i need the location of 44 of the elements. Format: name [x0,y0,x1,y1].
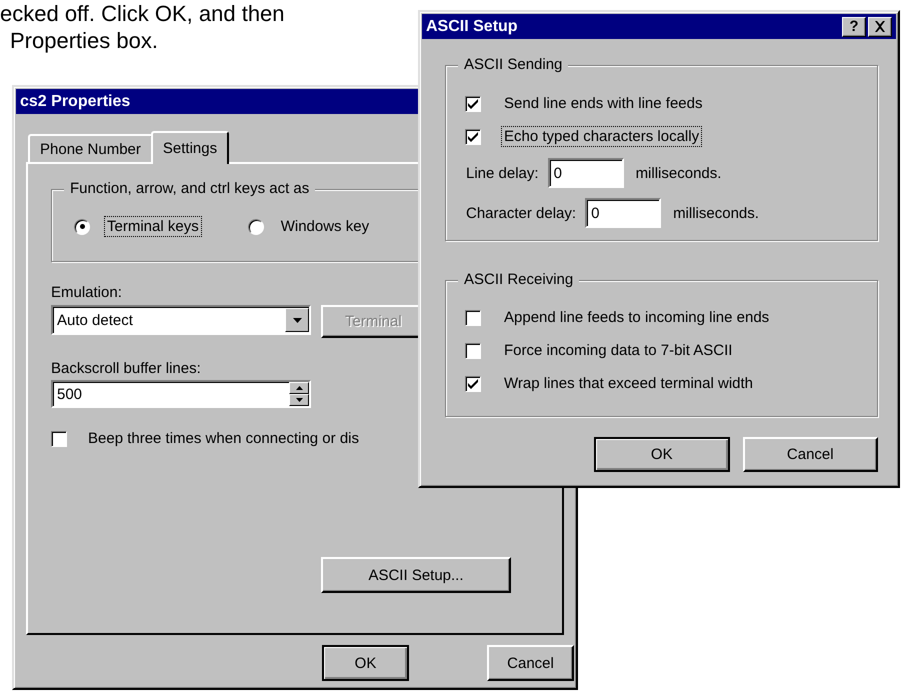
close-button[interactable] [868,16,892,36]
unit-label: milliseconds. [636,164,722,182]
unit-label: milliseconds. [673,204,759,222]
close-icon [874,21,886,32]
field-label: Character delay: [465,204,578,224]
body-text: ecked off. Click OK, and then [0,0,285,27]
field-label: Line delay: [465,164,540,184]
spin-field[interactable]: 500 [51,380,311,408]
radio-button[interactable] [248,218,264,234]
checkbox-label[interactable]: Append line feeds to incoming line ends [501,307,772,328]
dialog-button[interactable]: OK [322,645,409,681]
checkbox[interactable] [465,310,481,326]
group-title: ASCII Sending [458,56,568,74]
window-title: cs2 Properties [20,92,130,110]
checkbox-label[interactable]: Force incoming data to 7-bit ASCII [501,340,736,361]
checkbox[interactable] [51,430,67,446]
checkbox-label[interactable]: Beep three times when connecting or dis [85,428,362,449]
checkbox[interactable] [465,376,481,392]
tab[interactable]: Settings [150,131,230,164]
help-button[interactable]: ? [842,16,866,36]
dialog-button[interactable]: Cancel [487,645,574,681]
checkbox[interactable] [465,96,481,112]
radio-label[interactable]: Windows key [278,216,372,237]
body-text: Properties box. [10,27,158,54]
radio-label[interactable]: Terminal keys [104,216,202,237]
dialog-button[interactable]: OK [594,437,730,472]
dialog-button[interactable]: Cancel [742,437,878,472]
field-label: Emulation: [51,284,122,301]
tab[interactable]: Phone Number [28,134,153,162]
spin-arrows-icon[interactable] [289,382,309,406]
group-title: Function, arrow, and ctrl keys act as [64,180,316,198]
window-title: ASCII Setup [426,18,518,36]
emulation-dropdown[interactable]: Auto detect [51,305,311,335]
radio-button[interactable] [74,218,90,234]
delay-field[interactable]: 0 [585,198,662,228]
checkbox[interactable] [465,128,481,144]
checkbox-label[interactable]: Wrap lines that exceed terminal width [501,373,756,394]
group-title: ASCII Receiving [458,271,580,289]
checkbox-label[interactable]: Send line ends with line feeds [501,93,706,114]
checkbox[interactable] [465,342,481,358]
checkbox-label[interactable]: Echo typed characters locally [501,126,702,147]
delay-field[interactable]: 0 [548,158,624,188]
ascii-setup-button[interactable]: ASCII Setup... [321,557,511,593]
field-label: Backscroll buffer lines: [51,360,201,377]
